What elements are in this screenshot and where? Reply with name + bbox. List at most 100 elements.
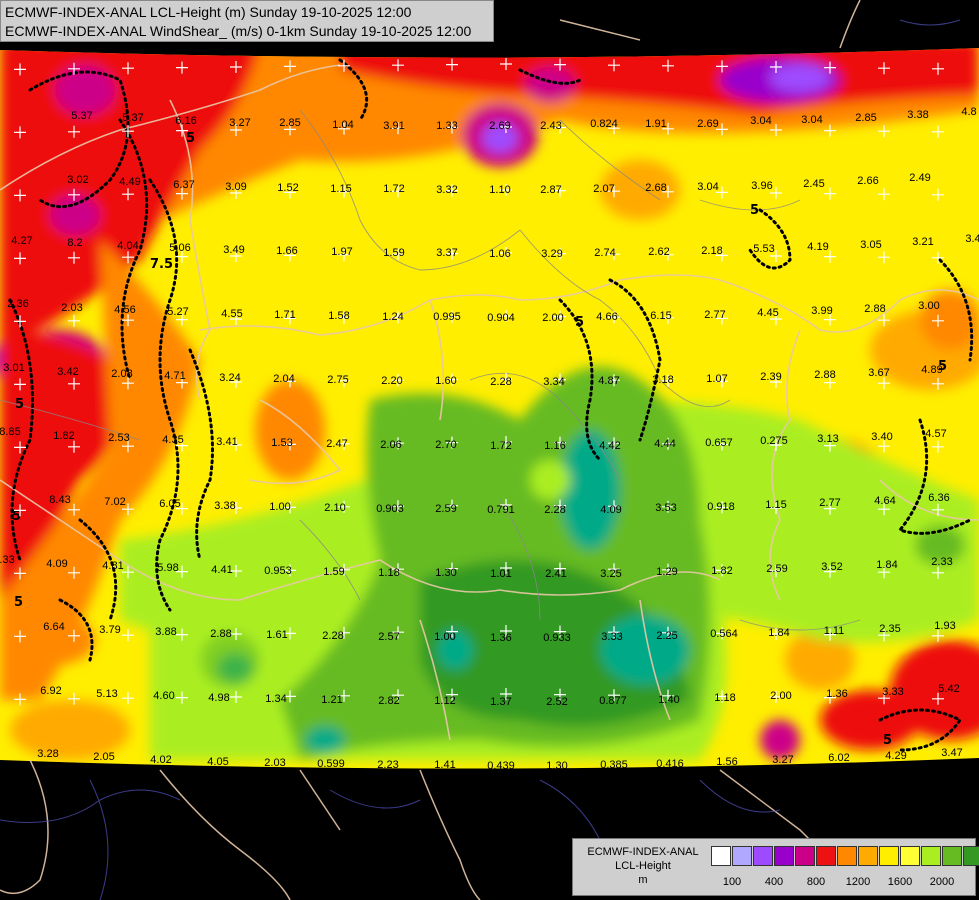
- shear-value-label: 2.88: [814, 369, 836, 381]
- legend-title: ECMWF-INDEX-ANAL LCL-Height m: [577, 845, 709, 887]
- shear-value-label: 3.02: [67, 174, 89, 186]
- shear-value-label: 2.47: [326, 438, 348, 450]
- shear-value-label: 3.99: [811, 305, 833, 317]
- shear-value-label: 1.15: [765, 499, 787, 511]
- shear-value-label: 4.56: [114, 304, 136, 316]
- shear-value-label: 4.44: [654, 438, 676, 450]
- shear-value-label: 0.564: [710, 628, 738, 640]
- shear-value-label: 3.49: [223, 244, 245, 256]
- shear-value-label: 4.09: [46, 558, 68, 570]
- shear-value-label: 1.60: [435, 375, 457, 387]
- shear-value-label: 2.87: [540, 184, 562, 196]
- shear-value-label: 2.88: [864, 303, 886, 315]
- shear-value-label: 2.66: [857, 175, 879, 187]
- shear-value-label: 5.27: [167, 306, 189, 318]
- legend-swatch: [711, 846, 731, 866]
- shear-value-label: 2.23: [377, 759, 399, 771]
- shear-value-label: 2.85: [855, 112, 877, 124]
- shear-value-label: 1.97: [331, 246, 353, 258]
- shear-value-label: 0.903: [376, 503, 404, 515]
- shear-value-label: 1.10: [489, 184, 511, 196]
- svg-text:5: 5: [186, 131, 195, 146]
- shear-value-label: 2.39: [760, 371, 782, 383]
- shear-value-label: 4.41: [211, 564, 233, 576]
- svg-text:5: 5: [883, 733, 892, 748]
- shear-value-label: 1.93: [934, 620, 956, 632]
- shear-value-label: 2.20: [381, 375, 403, 387]
- shear-value-label: 2.28: [544, 504, 566, 516]
- shear-value-label: 4.81: [102, 560, 124, 572]
- shear-value-label: 4.98: [208, 692, 230, 704]
- shear-value-label: 2.25: [656, 630, 678, 642]
- shear-value-label: 0.953: [264, 565, 292, 577]
- legend-tick-label: 2000: [929, 876, 955, 888]
- legend-swatch: [963, 846, 979, 866]
- shear-value-label: 1.72: [490, 440, 512, 452]
- shear-value-label: 1.01: [490, 568, 512, 580]
- shear-value-label: 2.82: [378, 695, 400, 707]
- shear-value-label: 0.275: [760, 435, 788, 447]
- shear-value-label: 0.791: [487, 504, 515, 516]
- shear-value-label: 3.47: [941, 747, 963, 759]
- svg-text:5: 5: [575, 315, 584, 330]
- legend-ticks: 100 400 800 1200 1600 2000: [711, 876, 973, 890]
- shear-value-label: 5.06: [169, 242, 191, 254]
- shear-value-label: 4.55: [221, 308, 243, 320]
- shear-value-label: 1.52: [277, 182, 299, 194]
- legend-tick-label: 400: [764, 876, 784, 888]
- legend-swatch: [837, 846, 857, 866]
- shear-value-label: 1.82: [53, 430, 75, 442]
- shear-value-label: 4.87: [598, 375, 620, 387]
- legend-swatch: [774, 846, 794, 866]
- shear-value-label: 1.04: [332, 119, 354, 131]
- shear-value-label: 2.35: [879, 623, 901, 635]
- shear-value-label: 3.04: [801, 114, 823, 126]
- shear-value-label: 3.28: [37, 748, 59, 760]
- legend-tick-label: 1600: [887, 876, 913, 888]
- legend-swatch: [921, 846, 941, 866]
- shear-value-label: 3.67: [868, 367, 890, 379]
- shear-value-label: 1.29: [656, 566, 678, 578]
- shear-value-label: 1.00: [434, 631, 456, 643]
- shear-value-label: 3.27: [229, 117, 251, 129]
- shear-value-label: 3.40: [871, 431, 893, 443]
- shear-value-label: 5.53: [753, 243, 775, 255]
- shear-value-label: 5.42: [938, 683, 960, 695]
- shear-value-label: 1.33: [436, 120, 458, 132]
- shear-value-label: 3.00: [918, 300, 940, 312]
- shear-value-label: 2.03: [61, 302, 83, 314]
- shear-value-label: 1.82: [711, 565, 733, 577]
- shear-value-label: 1.34: [265, 693, 287, 705]
- title-line-2: ECMWF-INDEX-ANAL WindShear_ (m/s) 0-1km …: [5, 23, 472, 39]
- shear-value-label: 0.416: [656, 758, 684, 770]
- shear-value-label: 1.24: [382, 311, 404, 323]
- shear-value-label: 4.45: [757, 307, 779, 319]
- shear-value-label: 1.30: [435, 567, 457, 579]
- shear-value-label: 2.62: [648, 246, 670, 258]
- shear-value-label: 1.16: [544, 440, 566, 452]
- shear-value-label: 1.30: [546, 760, 568, 772]
- shear-value-label: 2.45: [803, 178, 825, 190]
- legend-tick-label: 800: [806, 876, 826, 888]
- shear-value-label: 0.439: [487, 760, 515, 772]
- shear-value-label: 2.36: [7, 298, 29, 310]
- svg-text:5: 5: [750, 203, 759, 218]
- shear-value-label: 1.18: [714, 692, 736, 704]
- shear-value-label: 4.02: [150, 754, 172, 766]
- shear-value-label: 2.53: [108, 432, 130, 444]
- shear-value-label: 3.27: [772, 754, 794, 766]
- legend-swatch: [879, 846, 899, 866]
- shear-value-label: 3.05: [860, 239, 882, 251]
- shear-value-label: 1.40: [658, 694, 680, 706]
- shear-value-label: 6.02: [828, 752, 850, 764]
- shear-value-label: 3.29: [541, 248, 563, 260]
- legend-title-line-1: ECMWF-INDEX-ANAL: [587, 846, 699, 858]
- shear-value-label: 2.70: [435, 439, 457, 451]
- shear-value-label: 2.28: [322, 630, 344, 642]
- shear-value-label: 0.904: [487, 312, 515, 324]
- shear-value-label: 3.96: [751, 180, 773, 192]
- shear-value-label: 0.657: [705, 437, 733, 449]
- shear-value-label: 2.75: [327, 374, 349, 386]
- shear-value-label: 0.995: [433, 311, 461, 323]
- shear-value-label: 1.21: [321, 694, 343, 706]
